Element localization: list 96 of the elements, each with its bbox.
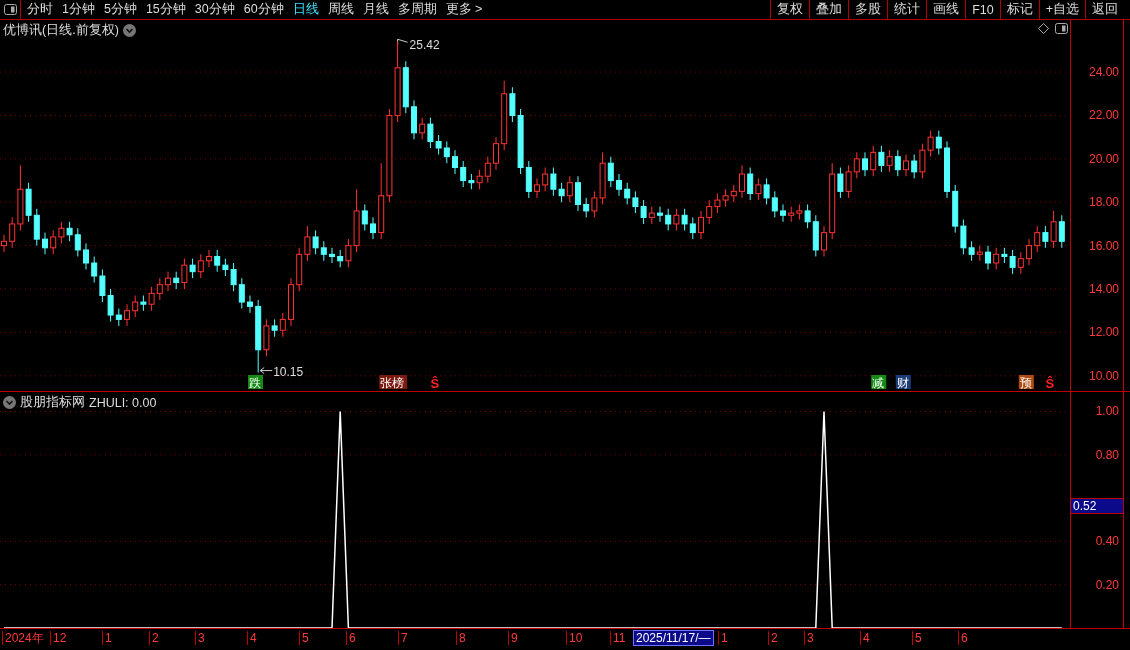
axis-label: 0.20 [1095, 577, 1119, 592]
date-label: 3 [195, 631, 205, 645]
candle [329, 247, 335, 264]
axis-label: 20.00 [1088, 151, 1119, 166]
candle [493, 136, 499, 171]
axis-label: 0.40 [1095, 534, 1119, 549]
date-label: 2 [768, 631, 778, 645]
toolbar-button[interactable]: 多股 [848, 0, 888, 19]
toolbar-button[interactable]: 返回 [1085, 0, 1124, 19]
candle [821, 225, 827, 257]
candle [124, 303, 130, 327]
axis-label: 24.00 [1088, 65, 1119, 80]
date-label: 3 [804, 631, 814, 645]
indicator-source: 股朋指标网 [20, 394, 85, 411]
toolbar-button[interactable]: 叠加 [809, 0, 849, 19]
date-label: 9 [508, 631, 518, 645]
period-tab[interactable]: 60分钟 [243, 1, 284, 18]
axis-label: 0.80 [1095, 447, 1119, 462]
date-label: 4 [247, 631, 257, 645]
period-tab[interactable]: 周线 [327, 1, 354, 18]
period-tab[interactable]: 分时 [27, 1, 53, 18]
dropdown-icon[interactable] [3, 396, 16, 409]
candle [42, 232, 48, 255]
candle [657, 206, 663, 223]
panel-icon [3, 4, 17, 15]
toolbar-button[interactable]: 复权 [770, 0, 810, 19]
date-label: 7 [398, 631, 408, 645]
candle [780, 203, 786, 223]
candle [739, 164, 745, 199]
date-label: 10 [566, 631, 583, 645]
event-marker[interactable]: 张榜 [379, 375, 408, 390]
axis-label: 16.00 [1088, 238, 1119, 253]
date-label: 1 [102, 631, 112, 645]
date-label: 5 [912, 631, 922, 645]
date-label: 5 [299, 631, 309, 645]
candle [83, 242, 89, 270]
signal-mark: Ŝ [430, 376, 440, 391]
candle [411, 99, 417, 140]
candle [452, 149, 458, 175]
date-label: 8 [456, 631, 466, 645]
candle [698, 210, 704, 240]
candle [862, 151, 868, 177]
date-label: 6 [958, 631, 968, 645]
candle [903, 154, 909, 177]
candle [944, 141, 950, 199]
high-price-label: 25.42 [397, 38, 440, 53]
axis-label: 22.00 [1088, 108, 1119, 123]
candle [165, 271, 171, 292]
event-marker[interactable]: 减 [871, 375, 887, 390]
toolbar-button[interactable]: +自选 [1038, 0, 1085, 19]
period-tab[interactable]: 1分钟 [62, 1, 95, 18]
candle [288, 277, 294, 327]
candle [370, 216, 376, 240]
event-marker[interactable]: 跌 [248, 375, 263, 390]
axis-label: 10.00 [1088, 368, 1119, 383]
event-marker[interactable]: 财 [895, 375, 911, 390]
dropdown-icon[interactable] [122, 24, 136, 37]
period-tab[interactable]: 15分钟 [145, 1, 186, 18]
indicator-reading: ZHULI: 0.00 [89, 395, 157, 410]
period-tab[interactable]: 月线 [362, 1, 389, 18]
date-label: 12 [50, 631, 67, 645]
period-tab[interactable]: 30分钟 [194, 1, 235, 18]
candle [985, 245, 991, 270]
period-tab[interactable]: 5分钟 [103, 1, 137, 18]
candle [206, 249, 212, 268]
date-label: 6 [346, 631, 356, 645]
signal-mark: Ŝ [1045, 376, 1055, 391]
candle [534, 177, 540, 199]
candle [1026, 238, 1032, 266]
event-marker[interactable]: 预 [1018, 375, 1034, 390]
period-tab[interactable]: 日线 [292, 1, 319, 18]
diamond-icon[interactable] [1038, 23, 1049, 34]
cursor-date: 2025/11/17/— [633, 630, 714, 646]
toolbar-button[interactable]: 标记 [999, 0, 1039, 19]
date-label: 1 [718, 631, 728, 645]
candle [616, 173, 622, 197]
stock-title: 优博讯(日线.前复权) [3, 22, 119, 39]
axis-label: 14.00 [1088, 282, 1119, 296]
candle [247, 295, 253, 314]
toolbar-button[interactable]: 画线 [926, 0, 966, 19]
candle [575, 175, 581, 212]
annotation: 10.15 [273, 364, 304, 379]
axis-label: 1.00 [1095, 404, 1119, 419]
date-label: 4 [860, 631, 870, 645]
panel-icon [1055, 23, 1068, 34]
axis-label: 18.00 [1088, 195, 1119, 210]
axis-label: 12.00 [1088, 325, 1119, 340]
date-label: 11 [610, 631, 626, 645]
period-tab[interactable]: 更多 > [445, 1, 483, 18]
toolbar-button[interactable]: 统计 [887, 0, 927, 19]
period-tab[interactable]: 多周期 [397, 1, 437, 18]
date-label: 2024年 [2, 631, 44, 645]
annotation: 25.42 [409, 38, 440, 53]
toolbar-button[interactable]: F10 [965, 0, 1000, 19]
cursor-value: 0.52 [1071, 498, 1123, 514]
date-label: 2 [149, 631, 159, 645]
